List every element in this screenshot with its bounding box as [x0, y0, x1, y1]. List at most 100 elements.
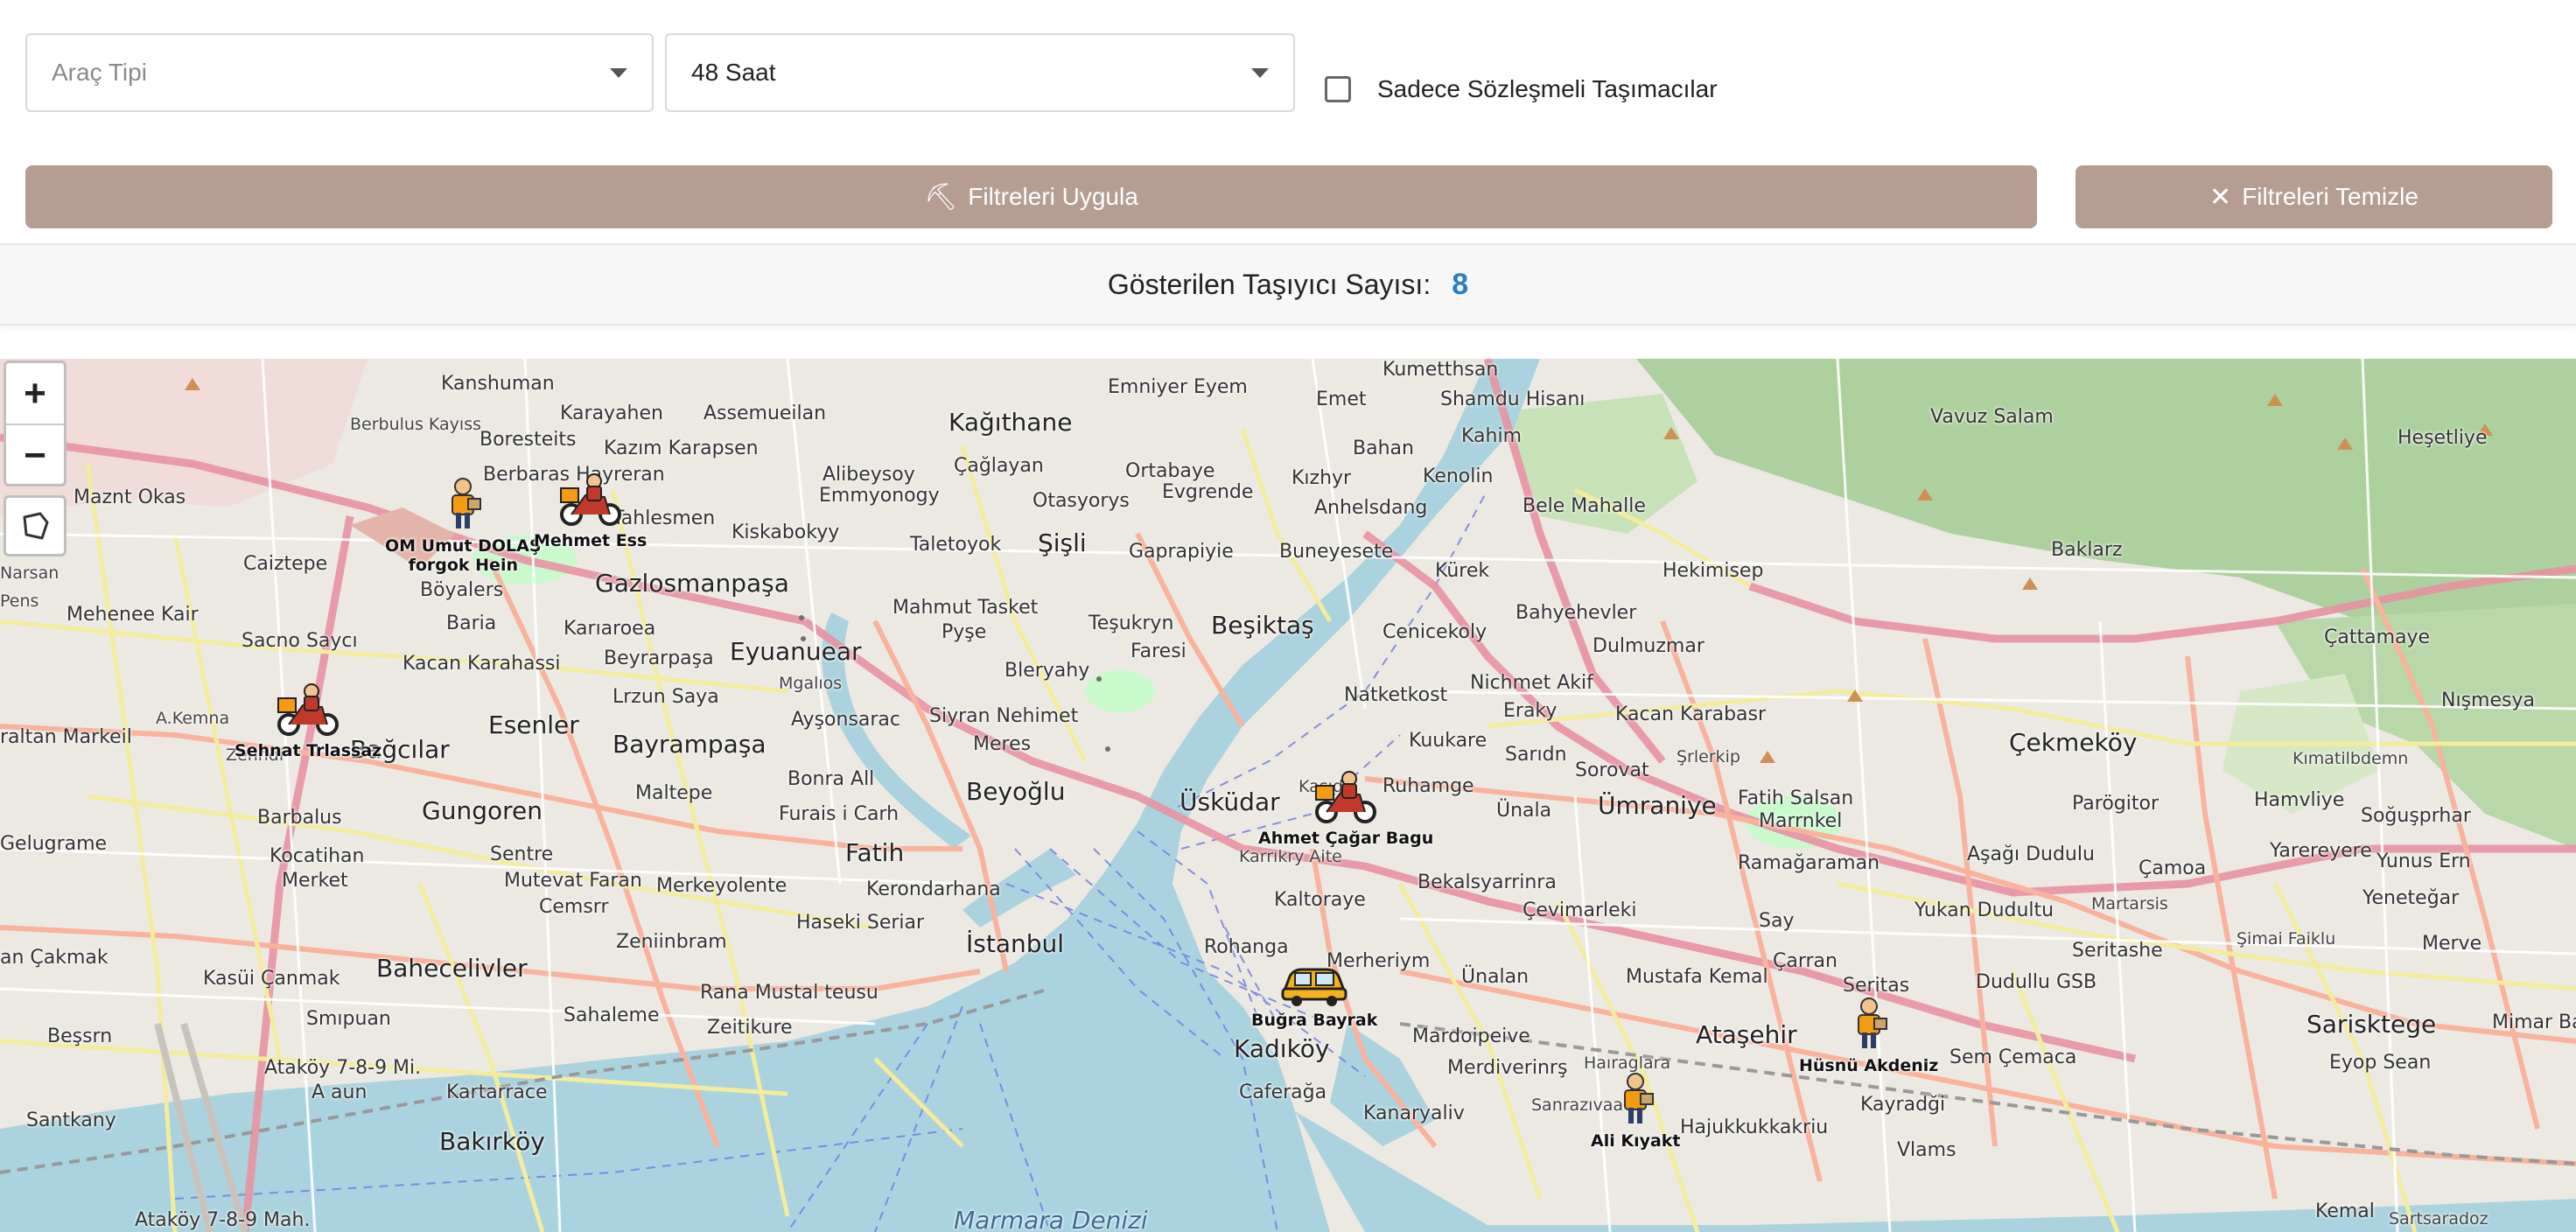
place-label: Ünalan	[1461, 966, 1530, 988]
apply-filters-button[interactable]: ⛏ Filtreleri Uygula	[25, 165, 2037, 228]
carrier-name: Hüsnü Akdeniz	[1799, 1056, 1939, 1075]
place-label: Kaltoraye	[1274, 889, 1366, 911]
place-label: Bahecelivler	[376, 954, 528, 983]
place-label: Eyop Sean	[2329, 1052, 2432, 1074]
place-label: raltan Markeil	[0, 726, 132, 748]
place-label: Bleryahy	[1004, 660, 1090, 682]
place-label: Çekmeköy	[2009, 728, 2138, 757]
carrier-marker[interactable]: Mehmet Ess	[534, 471, 647, 550]
place-label: Yunus Ern	[2376, 850, 2471, 872]
place-label: Şrlerkip	[1676, 747, 1740, 766]
place-label: Beyrarpaşa	[604, 648, 714, 669]
place-label: Cenicekoly	[1382, 621, 1488, 643]
filter-icon: ⛏	[924, 182, 958, 212]
clear-filter-icon: ✕	[2209, 182, 2232, 212]
carrier-name: Mehmet Ess	[534, 531, 648, 550]
carrier-name: Buğra Bayrak	[1251, 1011, 1378, 1030]
place-label: Heşetliye	[2398, 427, 2488, 449]
chevron-down-icon	[1251, 68, 1269, 78]
zoom-in-button[interactable]: +	[6, 363, 64, 424]
place-label: Marmara Denizi	[954, 1206, 1148, 1232]
carrier-marker[interactable]: Buğra Bayrak	[1251, 962, 1377, 1030]
place-label: Ümraniye	[1598, 791, 1717, 820]
place-label: Şişli	[1038, 528, 1087, 557]
place-label: Karrıkry Aite	[1239, 847, 1342, 866]
clear-filters-button[interactable]: ✕ Filtreleri Temizle	[2076, 165, 2552, 228]
place-label: Evgrende	[1162, 481, 1254, 503]
draw-polygon-button[interactable]	[4, 495, 66, 556]
place-label: Mimar Baı	[2492, 1012, 2576, 1033]
place-label: Yeneteğar	[2362, 887, 2460, 909]
carrier-marker[interactable]: Sehnat Trlassaz	[234, 681, 382, 760]
place-label: Bakırköy	[439, 1127, 545, 1156]
place-label: Emmyonogy	[819, 485, 940, 507]
place-label: Beşsrn	[47, 1026, 113, 1047]
place-label: Kenolin	[1423, 466, 1494, 487]
place-label: Alibeysoy	[822, 464, 915, 486]
place-label: Teşukryn	[1088, 612, 1174, 634]
place-label: Sorovat	[1575, 760, 1649, 781]
apply-filters-label: Filtreleri Uygula	[968, 183, 1138, 210]
place-label: A aun	[312, 1082, 368, 1103]
place-label: Nichmet Akif	[1470, 672, 1593, 694]
place-label: Cemsrr	[539, 896, 609, 918]
place-label: Hekimisep	[1662, 560, 1764, 582]
place-label: Ünala	[1496, 800, 1552, 822]
zoom-out-button[interactable]: −	[6, 424, 64, 486]
carrier-marker[interactable]: OM Umut DOLAŞ forgok Hein	[385, 476, 542, 575]
place-label: Çarran	[1773, 950, 1838, 972]
place-label: Kahim	[1461, 425, 1522, 447]
time-range-select[interactable]: 48 Saat	[665, 33, 1295, 112]
place-label: Merdiverinrş	[1447, 1057, 1568, 1079]
place-label: Bayrampaşa	[612, 730, 766, 759]
place-label: Kağıthane	[948, 408, 1073, 437]
contracted-only-toggle[interactable]: Sadece Sözleşmeli Taşımacılar	[1325, 75, 1718, 103]
place-label: Boresteits	[480, 429, 577, 451]
place-label: Eyuanuear	[730, 637, 862, 666]
zoom-control: + −	[4, 360, 66, 486]
place-label: Pens	[0, 592, 39, 611]
place-label: Yukan Dudultu	[1914, 900, 2054, 921]
place-label: Maznt Okas	[74, 486, 186, 508]
place-label: Emniyer Eyem	[1108, 376, 1248, 398]
chevron-down-icon	[610, 68, 627, 78]
place-label: Sahaleme	[564, 1004, 660, 1026]
contracted-only-checkbox[interactable]	[1325, 76, 1351, 102]
place-label: Sarıdn	[1505, 744, 1567, 766]
motorcycle-icon	[1311, 768, 1381, 829]
carrier-marker[interactable]: Hüsnü Akdeniz	[1799, 996, 1938, 1075]
place-label: Bekalsyarrinra	[1418, 872, 1557, 893]
place-label: Sarisktege	[2306, 1010, 2437, 1039]
place-label: Şimai Faiklu	[2236, 929, 2336, 948]
place-label: Dudullu GSB	[1976, 971, 2097, 993]
place-label: Vlams	[1897, 1139, 1956, 1161]
place-label: Merket	[282, 870, 348, 892]
vehicle-type-select[interactable]: Araç Tipi	[25, 33, 654, 112]
place-label: Say	[1759, 910, 1795, 932]
place-label: Mahmut Tasket	[892, 597, 1039, 619]
carrier-marker[interactable]: Ali Kıyakt	[1591, 1071, 1681, 1151]
place-label: Böyalers	[420, 579, 504, 601]
place-label: Parögitor	[2072, 793, 2159, 815]
carrier-name: Ahmet Çağar Bagu	[1258, 829, 1434, 848]
place-label: Faresi	[1130, 640, 1186, 662]
carrier-count-bar: Gösterilen Taşıyıcı Sayısı: 8	[0, 243, 2576, 326]
map-view[interactable]: Kanshuman Karayahen Assemueilan Kağıthane Em…	[0, 359, 2576, 1232]
place-label: Bonra All	[788, 768, 875, 790]
courier-icon	[1611, 1071, 1660, 1131]
place-label: Ataköy 7-8-9 Mi.	[264, 1057, 422, 1079]
carrier-marker[interactable]: Ahmet Çağar Bagu	[1258, 768, 1433, 848]
place-label: Shamdu Hisanı	[1440, 388, 1586, 410]
place-label: Maltepe	[635, 782, 713, 804]
place-label: Haseki Seriar	[796, 912, 925, 934]
carrier-name: OM Umut DOLAŞ	[385, 536, 542, 556]
place-label: Zeitikure	[707, 1017, 793, 1039]
place-label: Sem Çemaca	[1950, 1046, 2077, 1068]
place-label: Marrnkel	[1759, 810, 1843, 832]
place-label: Kayradği	[1860, 1094, 1946, 1116]
place-label: Emet	[1316, 388, 1367, 410]
place-label: Kacan Karabasr	[1615, 704, 1767, 725]
place-label: A.Kemna	[156, 709, 230, 728]
place-label: Esenler	[488, 710, 579, 739]
car-icon	[1279, 962, 1349, 1011]
